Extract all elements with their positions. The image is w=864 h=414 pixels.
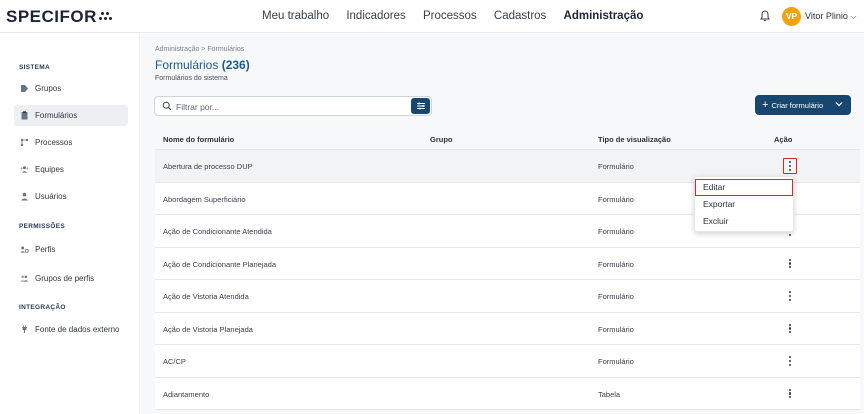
- cell-name: Ação de Vistoria Atendida: [163, 292, 249, 301]
- row-actions-button[interactable]: [783, 386, 797, 402]
- sidebar-item-grupos[interactable]: Grupos: [14, 78, 128, 99]
- menu-item-excluir[interactable]: Excluir: [703, 216, 729, 226]
- breadcrumb: Administração > Formulários: [155, 46, 245, 53]
- brand-logo[interactable]: SPECIFOR: [6, 7, 113, 27]
- create-form-button[interactable]: + Criar formulário: [755, 95, 851, 115]
- process-icon: [20, 138, 29, 147]
- user-menu[interactable]: Vitor Plinio ⌵: [805, 11, 856, 22]
- plus-icon: +: [762, 98, 769, 111]
- cell-type: Formulário: [598, 162, 634, 171]
- main-nav: Meu trabalho Indicadores Processos Cadas…: [262, 10, 657, 22]
- sidebar-item-equipes[interactable]: Equipes: [14, 159, 128, 180]
- cell-type: Formulário: [598, 227, 634, 236]
- header-grupo[interactable]: Grupo: [430, 135, 453, 144]
- row-actions-button[interactable]: [783, 288, 797, 304]
- menu-item-exportar[interactable]: Exportar: [703, 199, 735, 209]
- page-title-count: (236): [221, 58, 250, 72]
- cell-type: Formulário: [598, 357, 634, 366]
- team-icon: [20, 165, 29, 174]
- form-icon: [20, 111, 29, 120]
- chevron-down-icon[interactable]: [835, 100, 843, 108]
- sidebar-item-perfis[interactable]: Perfis: [14, 239, 128, 260]
- user-icon: [20, 192, 29, 201]
- page-title: Formulários (236): [155, 58, 250, 72]
- sidebar-section-title: PERMISSÕES: [19, 223, 65, 230]
- nav-item-processos[interactable]: Processos: [423, 10, 477, 22]
- cell-name: AC/CP: [163, 357, 186, 366]
- cell-name: Ação de Condicionante Planejada: [163, 259, 277, 269]
- nav-item-administracao[interactable]: Administração: [564, 10, 644, 22]
- top-bar: SPECIFOR Meu trabalho Indicadores Proces…: [0, 0, 864, 33]
- cell-name: Ação de Vistoria Planejada: [163, 324, 253, 334]
- cell-name: Abordagem Superficiário: [163, 194, 246, 204]
- sidebar-section-title: INTEGRAÇÃO: [19, 304, 66, 311]
- search-input[interactable]: [176, 100, 396, 113]
- table-header: Nome do formulário Grupo Tipo de visuali…: [155, 129, 860, 150]
- page-title-text: Formulários: [155, 58, 219, 72]
- profile-group-icon: [20, 274, 29, 283]
- row-actions-button[interactable]: [783, 256, 797, 272]
- plug-icon: [20, 325, 29, 334]
- sidebar-section-title: SISTEMA: [19, 64, 50, 71]
- brand-dots-icon: [98, 12, 113, 22]
- brand-name: SPECIFOR: [6, 7, 97, 26]
- cell-type: Formulário: [598, 259, 634, 269]
- sidebar-item-label: Usuários: [35, 192, 67, 201]
- cell-type: Formulário: [598, 194, 634, 204]
- filter-button[interactable]: [411, 98, 430, 114]
- nav-item-indicadores[interactable]: Indicadores: [346, 10, 405, 22]
- avatar[interactable]: VP: [782, 7, 801, 26]
- forms-table: Nome do formulário Grupo Tipo de visuali…: [155, 129, 860, 410]
- cell-type: Tabela: [598, 389, 621, 399]
- page-subtitle: Formulários do sistema: [155, 75, 228, 82]
- row-context-menu: Editar Exportar Excluir: [694, 176, 794, 232]
- filter-icon: [416, 102, 425, 110]
- search-icon: [162, 101, 172, 111]
- sidebar-item-label: Fonte de dados externo: [35, 325, 120, 334]
- menu-item-editar[interactable]: Editar: [703, 182, 725, 192]
- table-row[interactable]: Adiantamento Tabela: [155, 377, 860, 410]
- nav-item-cadastros[interactable]: Cadastros: [494, 10, 546, 22]
- sidebar-item-label: Grupos: [35, 84, 62, 93]
- sidebar-item-formularios[interactable]: Formulários: [14, 105, 128, 126]
- cell-name: Adiantamento: [163, 389, 210, 399]
- table-row[interactable]: AC/CP Formulário: [155, 345, 860, 378]
- tag-icon: [20, 84, 29, 93]
- user-name: Vitor Plinio: [805, 11, 848, 21]
- create-form-label: Criar formulário: [771, 100, 824, 110]
- bell-icon[interactable]: [760, 10, 770, 22]
- sidebar-item-label: Grupos de perfis: [35, 274, 95, 283]
- row-actions-button[interactable]: [783, 158, 797, 174]
- header-acao: Ação: [774, 135, 793, 144]
- cell-type: Formulário: [598, 324, 634, 334]
- profile-icon: [20, 245, 29, 254]
- sidebar-item-label: Equipes: [35, 165, 64, 174]
- nav-item-meu-trabalho[interactable]: Meu trabalho: [262, 10, 329, 22]
- chevron-down-icon: ⌵: [850, 12, 857, 21]
- cell-name: Ação de Condicionante Atendida: [163, 227, 272, 236]
- row-actions-button[interactable]: [783, 321, 797, 337]
- table-row[interactable]: Ação de Vistoria Planejada Formulário: [155, 312, 860, 345]
- cell-name: Abertura de processo DUP: [163, 162, 253, 171]
- table-row[interactable]: Ação de Vistoria Atendida Formulário: [155, 280, 860, 313]
- row-actions-button[interactable]: [783, 353, 797, 369]
- sidebar-item-label: Processos: [35, 138, 73, 147]
- header-nome[interactable]: Nome do formulário: [163, 135, 234, 144]
- sidebar-item-label: Formulários: [35, 111, 78, 120]
- sidebar-item-grupos-de-perfis[interactable]: Grupos de perfis: [14, 268, 128, 289]
- sidebar-item-processos[interactable]: Processos: [14, 132, 128, 153]
- table-row[interactable]: Ação de Condicionante Planejada Formulár…: [155, 247, 860, 280]
- header-tipo[interactable]: Tipo de visualização: [598, 135, 671, 144]
- sidebar-item-usuarios[interactable]: Usuários: [14, 186, 128, 207]
- sidebar-item-label: Perfis: [35, 245, 56, 254]
- sidebar: SISTEMA Grupos Formulários Processos Equ…: [0, 34, 140, 414]
- sidebar-item-fonte-de-dados-externo[interactable]: Fonte de dados externo: [14, 319, 128, 340]
- cell-type: Formulário: [598, 292, 634, 301]
- search-box: [154, 96, 432, 116]
